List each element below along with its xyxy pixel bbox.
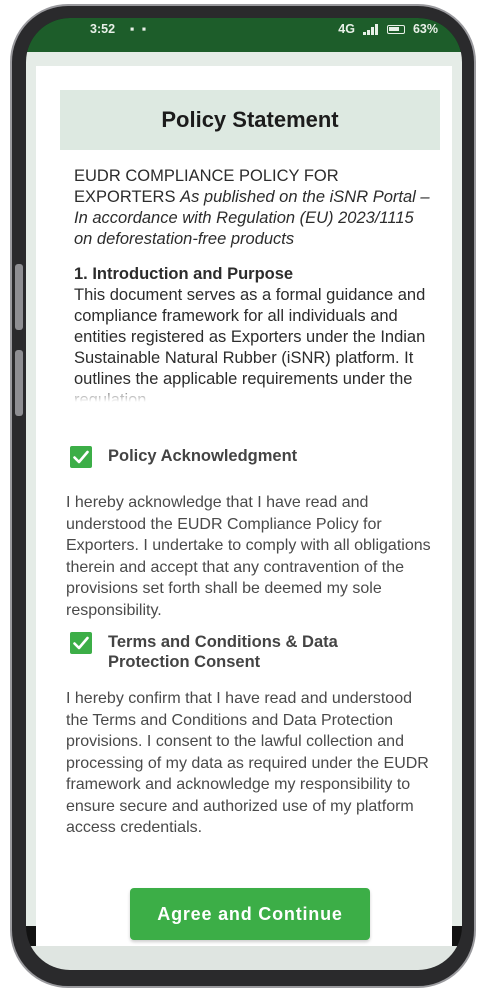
section-title: 1. Introduction and Purpose [74, 265, 294, 283]
policy-scroll-area[interactable]: EUDR COMPLIANCE POLICY FOR EXPORTERS As … [74, 166, 434, 402]
phone-screen: 3:52 ▪ ▪ 4G 63% Policy Statement EUDR CO… [26, 18, 462, 970]
consent-label: Terms and Conditions & Data Protection C… [108, 633, 338, 671]
policy-dialog: Policy Statement EUDR COMPLIANCE POLICY … [36, 66, 452, 946]
status-right: 4G 63% [338, 22, 438, 36]
volume-down-button [15, 350, 23, 416]
notification-icons: ▪ ▪ [130, 22, 149, 36]
network-text: 4G [338, 22, 355, 36]
consent-checkbox-row[interactable]: Terms and Conditions & Data Protection C… [70, 632, 408, 672]
acknowledgment-text: I hereby acknowledge that I have read an… [66, 494, 431, 619]
agree-and-continue-button[interactable]: Agree and Continue [130, 888, 370, 940]
volume-up-button [15, 264, 23, 330]
checkmark-icon [73, 636, 89, 650]
acknowledgment-checkbox-row[interactable]: Policy Acknowledgment [70, 446, 297, 468]
policy-section: 1. Introduction and Purpose This documen… [74, 264, 434, 402]
dialog-title: Policy Statement [60, 90, 440, 150]
battery-icon [386, 24, 405, 34]
battery-percent: 63% [412, 22, 438, 36]
scroll-fade [74, 384, 434, 402]
acknowledgment-checkbox[interactable] [70, 446, 92, 468]
policy-intro: EUDR COMPLIANCE POLICY FOR EXPORTERS As … [74, 166, 434, 250]
checkmark-icon [73, 450, 89, 464]
bottom-strip [26, 946, 462, 970]
signal-icon [362, 23, 378, 35]
status-bar: 3:52 ▪ ▪ 4G 63% [26, 18, 462, 52]
status-time: 3:52 [90, 22, 116, 36]
acknowledgment-label: Policy Acknowledgment [108, 447, 298, 465]
consent-checkbox[interactable] [70, 632, 92, 654]
consent-text: I hereby confirm that I have read and un… [66, 690, 429, 836]
